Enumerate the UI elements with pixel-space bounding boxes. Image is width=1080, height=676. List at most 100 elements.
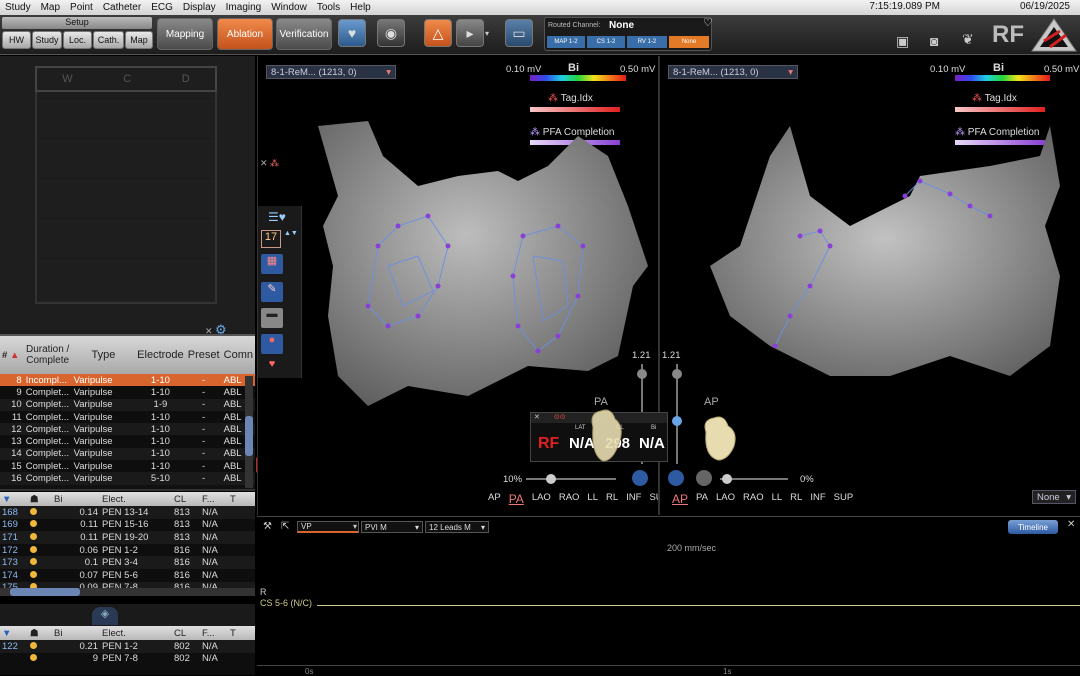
grid-tool-icon[interactable]: ▦ (261, 254, 283, 274)
close-icon[interactable]: ✕ (534, 414, 540, 421)
catheter-icon[interactable]: ❦ (962, 31, 974, 48)
tab-study[interactable]: Study (32, 31, 62, 49)
tab-loc[interactable]: Loc. (63, 31, 92, 49)
close-icon[interactable]: ✕ (1067, 519, 1075, 530)
table-row[interactable]: 8 Incompl... Varipulse 1-10- ABL (0, 374, 255, 387)
view-lao[interactable]: LAO (716, 492, 735, 506)
left-rotate-icon[interactable] (632, 470, 648, 486)
timeline-button[interactable]: Timeline (1008, 520, 1058, 534)
dial-icon[interactable]: ◉ (377, 19, 405, 47)
map-points-icon[interactable]: ◈ (92, 607, 118, 625)
tab-cath[interactable]: Cath. (93, 31, 124, 49)
ablation-button[interactable]: Ablation (217, 18, 273, 50)
monitor-icon[interactable]: ▣ (896, 33, 909, 50)
left-map-selector[interactable]: 8-1-ReM... (1213, 0) ▾ (266, 65, 396, 79)
list-item[interactable]: 174 0.07 PEN 5-6 816 N/A (0, 568, 255, 582)
filter-icon[interactable]: ▼ (0, 492, 28, 506)
menu-ecg[interactable]: ECG (146, 2, 178, 13)
heart-plus-icon[interactable]: ♡ (703, 16, 713, 29)
warning-icon[interactable]: △ (424, 19, 452, 47)
col-status-icon-2[interactable]: ☗ (28, 626, 52, 640)
col-elect-2[interactable]: Elect. (100, 626, 172, 640)
view-rao[interactable]: RAO (559, 492, 580, 506)
view-inf[interactable]: INF (626, 492, 641, 506)
view-sup[interactable]: SUP (834, 492, 854, 506)
list-item[interactable]: 173 0.1 PEN 3-4 816 N/A (0, 556, 255, 569)
filter-icon-2[interactable]: ▼ (0, 626, 28, 640)
channel-map-button[interactable]: MAP 1-2 (547, 36, 585, 48)
table-row[interactable]: 13 Complet... Varipulse 1-10- ABL (0, 435, 255, 448)
table-row[interactable]: 12 Complet... Varipulse 1-10- ABL (0, 423, 255, 436)
left-zoom-slider[interactable] (526, 474, 616, 484)
view-pa[interactable]: PA (509, 492, 524, 506)
heart-map-icon[interactable]: ♥ (338, 19, 366, 47)
tab-map[interactable]: Map (125, 31, 153, 49)
channel-none-button[interactable]: None (669, 36, 709, 48)
hammer-icon[interactable]: ⚒ (263, 521, 272, 532)
level-stepper-icon[interactable]: ▲▼ (284, 230, 298, 248)
left-atrium-model[interactable] (308, 116, 653, 416)
col-cl-2[interactable]: CL (172, 626, 200, 640)
col-bi-2[interactable]: Bi (52, 626, 100, 640)
right-map-selector[interactable]: 8-1-ReM... (1213, 0) ▾ (668, 65, 798, 79)
list-item[interactable]: 171 0.11 PEN 19-20 813 N/A (0, 531, 255, 544)
channel-cs-button[interactable]: CS 1-2 (587, 36, 625, 48)
cursor-icon[interactable]: ⇱ (281, 521, 289, 532)
col-f-2[interactable]: F... (200, 626, 228, 640)
col-num[interactable]: # ▲ (0, 336, 24, 374)
pvi-dropdown[interactable]: PVI M ▾ (361, 521, 423, 533)
verification-button[interactable]: Verification (276, 18, 332, 50)
menu-window[interactable]: Window (266, 2, 312, 13)
channel-rv-button[interactable]: RV 1-2 (627, 36, 667, 48)
view-ll[interactable]: LL (587, 492, 598, 506)
view-rao[interactable]: RAO (743, 492, 764, 506)
magnet-tool-icon[interactable]: ✎ (261, 282, 283, 302)
right-none-dropdown[interactable]: None ▾ (1032, 490, 1076, 504)
menu-map[interactable]: Map (36, 2, 65, 13)
layers-icon[interactable]: ☰♥ (268, 210, 292, 226)
screen-icon[interactable]: ▭ (505, 19, 533, 47)
eraser-tool-icon[interactable]: ▬ (261, 308, 283, 328)
list-item[interactable]: 122 0.21 PEN 1-2 802 N/A (0, 640, 255, 653)
list-item[interactable]: 168 0.14 PEN 13-14 813 N/A (0, 506, 255, 519)
right-slider-track[interactable] (672, 364, 682, 464)
view-ap[interactable]: AP (488, 492, 501, 506)
col-status-icon[interactable]: ☗ (28, 492, 52, 506)
right-atrium-model[interactable] (690, 116, 1075, 416)
camera-icon[interactable]: ◙ (930, 33, 938, 49)
leads-dropdown[interactable]: 12 Leads M ▾ (425, 521, 489, 533)
col-t[interactable]: T (228, 492, 255, 506)
col-t-2[interactable]: T (228, 626, 255, 640)
col-bi[interactable]: Bi (52, 492, 100, 506)
heart-tool-icon[interactable]: ♥ (261, 358, 283, 376)
right-zoom-slider[interactable] (720, 474, 788, 484)
col-comn[interactable]: Comn (222, 336, 255, 374)
view-rl[interactable]: RL (606, 492, 618, 506)
col-electrode[interactable]: Electrode (135, 336, 185, 374)
chevron-down-icon[interactable]: ▾ (485, 29, 489, 38)
menu-imaging[interactable]: Imaging (221, 2, 267, 13)
view-pa[interactable]: PA (696, 492, 708, 506)
view-inf[interactable]: INF (810, 492, 825, 506)
menu-help[interactable]: Help (345, 2, 376, 13)
view-ap[interactable]: AP (672, 492, 688, 506)
tab-hw[interactable]: HW (2, 31, 31, 49)
menu-study[interactable]: Study (0, 2, 36, 13)
right-gear-ball-icon[interactable] (696, 470, 712, 486)
col-duration[interactable]: Duration / Complete (24, 336, 72, 374)
col-cl[interactable]: CL (172, 492, 200, 506)
list-item[interactable]: 9 PEN 7-8 802 N/A (0, 652, 255, 666)
tag-tool-icon[interactable]: ● (261, 334, 283, 354)
table-row[interactable]: 16 Complet... Varipulse 5-10- ABL (0, 472, 255, 485)
view-ll[interactable]: LL (772, 492, 783, 506)
chevron-down-icon[interactable]: ▾ (353, 522, 357, 531)
col-f[interactable]: F... (200, 492, 228, 506)
list-item[interactable]: 169 0.11 PEN 15-16 813 N/A (0, 518, 255, 532)
tool-panel-close[interactable]: ✕ ⁂ (260, 158, 300, 178)
table-row[interactable]: 10 Complet... Varipulse 1-9- ABL (0, 398, 255, 411)
col-preset[interactable]: Preset (186, 336, 222, 374)
vp-dropdown[interactable]: VP (297, 521, 359, 533)
menu-tools[interactable]: Tools (312, 2, 345, 13)
table-row[interactable]: 11 Complet... Varipulse 1-10- ABL (0, 410, 255, 424)
col-type[interactable]: Type (72, 336, 136, 374)
